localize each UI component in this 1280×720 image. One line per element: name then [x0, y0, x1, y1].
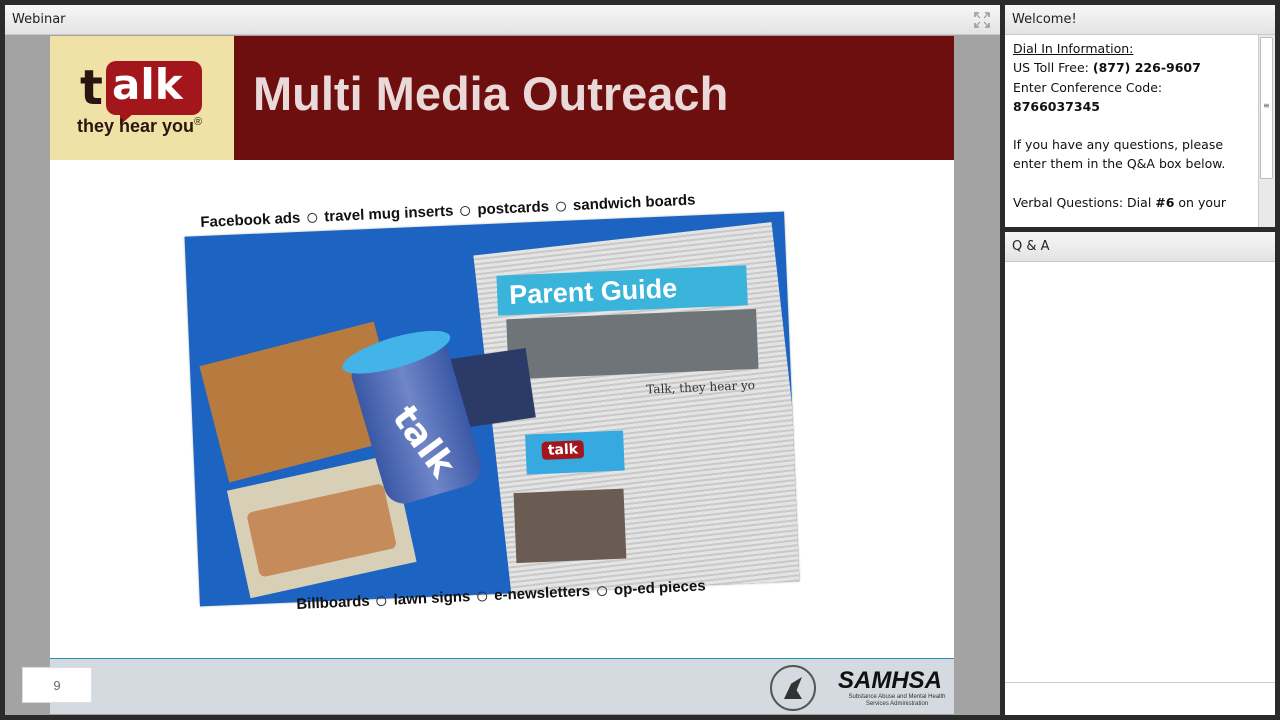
verbal-key: #6	[1155, 194, 1175, 210]
webinar-pod: Webinar t alk they hear you® Multi Media…	[5, 5, 1000, 715]
slide-stage: t alk they hear you® Multi Media Outreac…	[5, 35, 1000, 715]
slide-page-number: 9	[22, 667, 92, 703]
presentation-slide: t alk they hear you® Multi Media Outreac…	[50, 36, 954, 714]
caption-item: Facebook ads	[200, 209, 301, 231]
slide-footer: SAMHSA Substance Abuse and Mental Health…	[50, 658, 954, 714]
conference-code: 8766037345	[1013, 98, 1100, 114]
conference-code-label: Enter Conference Code:	[1013, 79, 1163, 95]
webinar-pod-header: Webinar	[5, 5, 1000, 35]
slide-title: Multi Media Outreach	[253, 67, 729, 120]
welcome-pod-header: Welcome!	[1005, 5, 1275, 35]
logo-tagline: they hear you®	[77, 116, 203, 136]
toll-free-number: (877) 226-9607	[1092, 60, 1201, 76]
welcome-scrollbar[interactable]: ≡	[1258, 35, 1275, 227]
qa-pod-title: Q & A	[1012, 239, 1050, 254]
mug-talk-text: talk	[383, 398, 464, 486]
welcome-message: Dial In Information: US Toll Free: (877)…	[1005, 35, 1259, 227]
caption-item: lawn signs	[393, 588, 471, 609]
samhsa-logo: SAMHSA	[838, 667, 943, 694]
welcome-pod: Welcome! Dial In Information: US Toll Fr…	[1005, 5, 1275, 227]
qa-input-field[interactable]	[1005, 682, 1275, 715]
caption-item: op-ed pieces	[613, 577, 706, 599]
caption-item: travel mug inserts	[323, 202, 454, 226]
dial-in-heading: Dial In Information:	[1013, 41, 1134, 56]
toll-free-line: US Toll Free: (877) 226-9607	[1013, 60, 1201, 76]
webinar-pod-title: Webinar	[12, 12, 66, 27]
hhs-seal-icon	[770, 665, 816, 711]
bullet-circle-icon	[596, 585, 608, 597]
bullet-circle-icon	[376, 595, 387, 607]
questions-instructions: If you have any questions, please enter …	[1013, 137, 1226, 172]
bullet-circle-icon	[555, 201, 567, 212]
newspaper-bottom-photo	[513, 488, 627, 564]
caption-item: postcards	[476, 198, 550, 219]
bullet-circle-icon	[460, 205, 471, 217]
logo-letter-t: t	[80, 60, 103, 116]
expand-icon[interactable]	[974, 12, 990, 28]
verbal-questions-line: Verbal Questions: Dial #6 on your	[1013, 194, 1227, 210]
caption-item: e-newsletters	[493, 582, 591, 604]
outreach-materials-photo: Parent Guide Talk, they hear yo talk tal…	[184, 211, 800, 607]
caption-item: Billboards	[296, 592, 371, 613]
grip-icon: ≡	[1263, 101, 1270, 110]
scrollbar-thumb[interactable]: ≡	[1260, 37, 1273, 179]
bullet-circle-icon	[307, 212, 318, 224]
qa-pod: Q & A	[1005, 232, 1275, 715]
logo-word: alk	[112, 60, 183, 109]
bullet-circle-icon	[477, 591, 488, 602]
caption-item: sandwich boards	[572, 191, 696, 215]
qa-pod-header: Q & A	[1005, 232, 1275, 262]
newspaper-talk-ad: talk	[525, 430, 625, 475]
talk-they-hear-you-logo: t alk they hear you®	[50, 36, 234, 160]
welcome-pod-title: Welcome!	[1012, 12, 1077, 27]
phone-screen-image	[246, 483, 398, 578]
slide-header-bar: t alk they hear you® Multi Media Outreac…	[50, 36, 954, 160]
samhsa-logo-subtitle: Substance Abuse and Mental Health Servic…	[848, 694, 946, 707]
newspaper-group-photo	[506, 308, 759, 380]
